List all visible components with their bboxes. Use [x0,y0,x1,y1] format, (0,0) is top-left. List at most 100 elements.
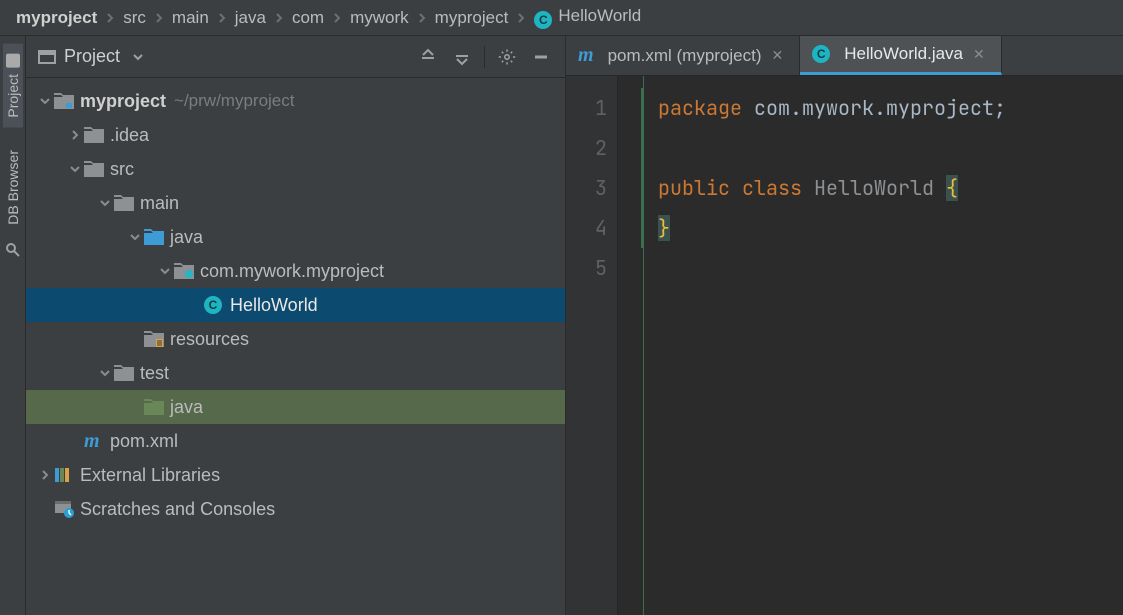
tree-node-java-src[interactable]: java [26,220,565,254]
chevron-right-icon [39,469,51,481]
module-folder-icon [54,93,80,109]
line-number[interactable]: 4 [566,208,607,248]
tree-node-helloworld[interactable]: C HelloWorld [26,288,565,322]
source-folder-icon [144,229,170,245]
tree-node-idea[interactable]: .idea [26,118,565,152]
tree-node-scratches[interactable]: Scratches and Consoles [26,492,565,526]
window-icon [38,50,56,64]
sidetab-db-browser[interactable]: DB Browser [3,140,23,235]
breadcrumb-item[interactable]: src [117,8,152,28]
tree-label: Scratches and Consoles [80,499,275,520]
chevron-down-icon [69,163,81,175]
main-area: Project DB Browser Project [0,36,1123,615]
resources-folder-icon [144,331,170,347]
sidetab-project-label: Project [5,74,21,118]
editor-area: m pom.xml (myproject) ✕ C HelloWorld.java ✕ 1… [566,36,1123,615]
chevron-down-icon [39,95,51,107]
fold-guide [618,76,644,615]
code-line[interactable] [658,128,1006,168]
sidetab-project[interactable]: Project [3,44,23,128]
keyword: package [658,95,742,121]
breadcrumb-label: main [172,8,209,27]
chevron-down-icon [159,265,171,277]
libraries-icon [54,466,80,484]
tree-label: test [140,363,169,384]
breadcrumb-item[interactable]: main [166,8,215,28]
chevron-right-icon [103,12,117,24]
chevron-right-icon [69,129,81,141]
db-search-icon [5,242,21,258]
breadcrumb-label: com [292,8,324,27]
tree-node-external-libraries[interactable]: External Libraries [26,458,565,492]
folder-icon [114,195,140,211]
folder-icon [114,365,140,381]
chevron-right-icon [514,12,528,24]
breadcrumb-item[interactable]: java [229,8,272,28]
breadcrumb-label: myproject [435,8,509,27]
chevron-down-icon [99,367,111,379]
line-gutter: 12345 [566,76,618,615]
breadcrumb-item[interactable]: com [286,8,330,28]
tree-label: java [170,227,203,248]
project-panel-header: Project [26,36,565,78]
tree-label: myproject [80,91,166,112]
separator [484,46,485,68]
tree-label: resources [170,329,249,350]
gear-icon [498,48,516,66]
close-tab-button[interactable]: ✕ [971,46,987,63]
package-name: com.mywork.myproject; [754,95,1006,121]
class-icon: C [534,11,552,29]
folder-icon [84,161,110,177]
class-icon: C [204,296,230,314]
tree-node-resources[interactable]: resources [26,322,565,356]
sidetab-db-label: DB Browser [5,150,21,225]
test-source-folder-icon [144,399,170,415]
chevron-right-icon [330,12,344,24]
tree-node-package[interactable]: com.mywork.myproject [26,254,565,288]
tree-label: com.mywork.myproject [200,261,384,282]
tree-node-test[interactable]: test [26,356,565,390]
code-line[interactable]: package com.mywork.myproject; [658,88,1006,128]
breadcrumb-label: mywork [350,8,409,27]
settings-button[interactable] [495,45,519,69]
tree-node-pom[interactable]: m pom.xml [26,424,565,458]
chevron-right-icon [215,12,229,24]
keyword: class [742,175,802,201]
hide-panel-button[interactable] [529,45,553,69]
code-editor[interactable]: 12345 package com.mywork.myproject; publ… [566,76,1123,615]
tab-label: pom.xml (myproject) [608,46,762,66]
tree-node-src[interactable]: src [26,152,565,186]
breadcrumb-item[interactable]: mywork [344,8,415,28]
chevron-down-icon [132,51,144,63]
expand-all-button[interactable] [416,45,440,69]
breadcrumb-label: HelloWorld [558,6,641,25]
line-number[interactable]: 1 [566,88,607,128]
tree-node-java-test[interactable]: java [26,390,565,424]
code-content[interactable]: package com.mywork.myproject; public cla… [644,76,1006,615]
code-line[interactable] [658,248,1006,288]
breadcrumb-item[interactable]: myproject [429,8,515,28]
chevron-down-icon [129,231,141,243]
editor-tab[interactable]: C HelloWorld.java ✕ [800,36,1001,75]
close-tab-button[interactable]: ✕ [770,47,786,64]
collapse-all-button[interactable] [450,45,474,69]
class-name: HelloWorld [814,175,934,201]
line-number[interactable]: 5 [566,248,607,288]
line-number[interactable]: 2 [566,128,607,168]
breadcrumb-item[interactable]: myproject [10,8,103,28]
tree-node-root[interactable]: myproject ~/prw/myproject [26,84,565,118]
code-line[interactable]: public class HelloWorld { [658,168,1006,208]
editor-tab[interactable]: m pom.xml (myproject) ✕ [566,36,800,75]
line-number[interactable]: 3 [566,168,607,208]
tree-label: java [170,397,203,418]
code-line[interactable]: } [658,208,1006,248]
tab-label: HelloWorld.java [844,44,963,64]
breadcrumb-item[interactable]: C HelloWorld [528,6,647,29]
tree-label: main [140,193,179,214]
tree-node-main[interactable]: main [26,186,565,220]
class-icon: C [812,45,830,63]
tree-hint: ~/prw/myproject [174,91,294,111]
scratches-icon [54,500,80,518]
project-view-selector[interactable]: Project [38,46,144,67]
maven-icon: m [578,44,594,67]
